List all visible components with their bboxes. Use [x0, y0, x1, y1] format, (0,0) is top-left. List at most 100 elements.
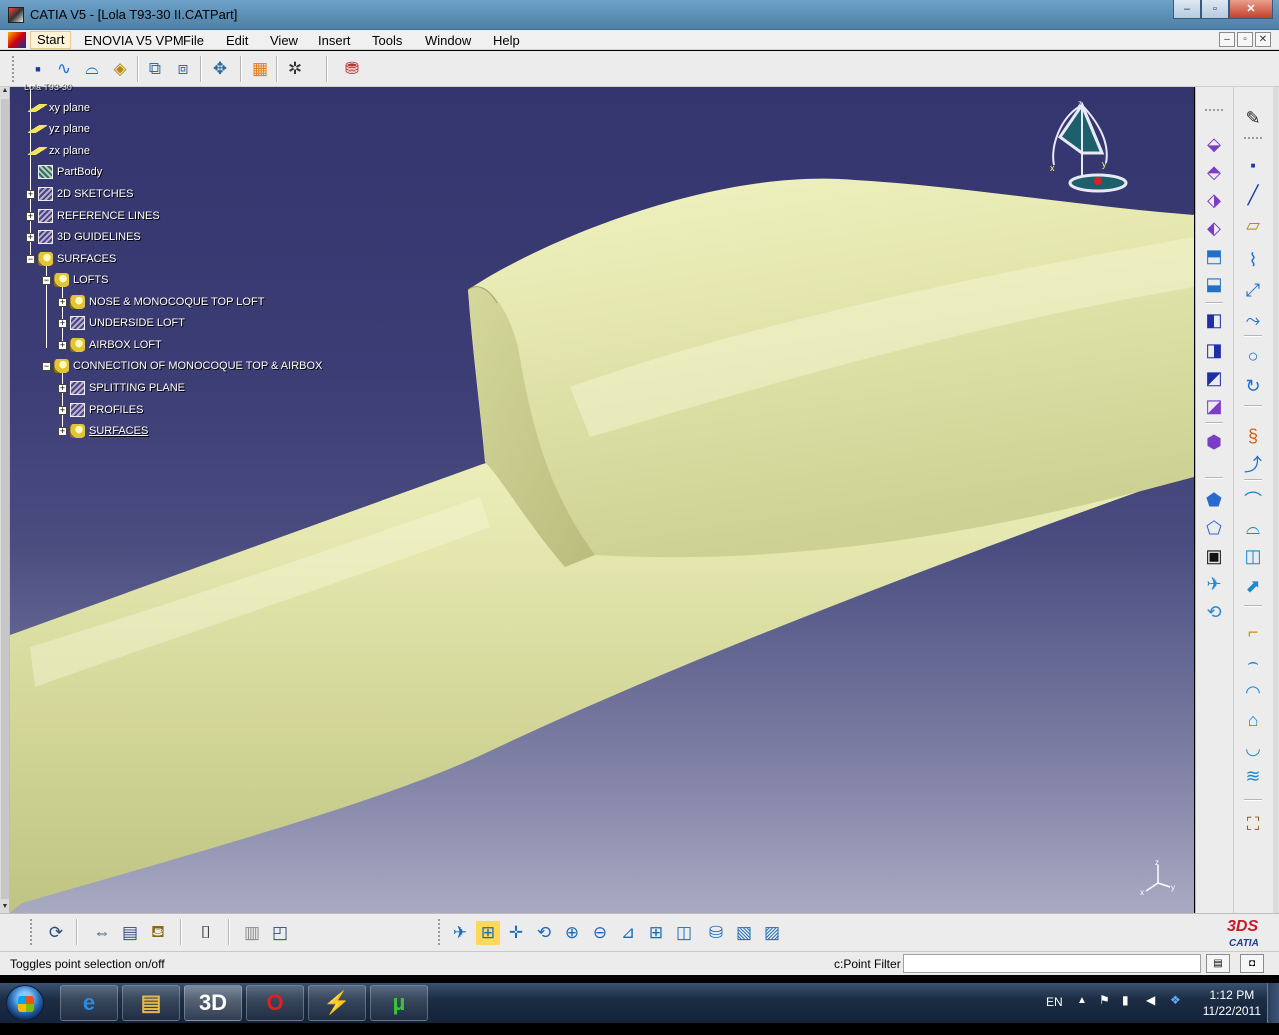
tree-item-reference-lines[interactable]: REFERENCE LINES [38, 207, 160, 225]
tree-item-yz-plane[interactable]: yz plane [27, 120, 90, 138]
utorrent-icon[interactable]: µ [370, 985, 428, 1021]
sphere-icon[interactable]: ⬗ [1201, 187, 1227, 213]
menu-tools[interactable]: Tools [372, 33, 402, 48]
action-center-icon[interactable]: ⚑ [1099, 993, 1110, 1033]
surface-grid-icon[interactable]: ◩ [1201, 365, 1227, 391]
sketch-icon[interactable]: ✎ [1240, 105, 1266, 131]
tree-item-nose-monocoque-top-loft[interactable]: NOSE & MONOCOQUE TOP LOFT [70, 293, 264, 311]
hide-show-icon[interactable]: ▧ [732, 921, 756, 945]
opera-icon[interactable]: O [246, 985, 304, 1021]
extrude-surface-icon[interactable]: ⌓ [80, 57, 104, 81]
revolve-icon[interactable]: ⬘ [1201, 159, 1227, 185]
analysis-icon[interactable]: ⛶ [1240, 811, 1266, 837]
doc-restore-button[interactable]: ▫ [1237, 32, 1253, 47]
tree-item-partbody[interactable]: PartBody [38, 163, 102, 181]
restore-button[interactable]: ▫ [1201, 0, 1229, 19]
expand-icon[interactable]: + [58, 406, 67, 415]
plane-tool-icon[interactable]: ▱ [1240, 212, 1266, 238]
measure-item-icon[interactable]: ▤ [118, 921, 142, 945]
zoom-out-icon[interactable]: ⊖ [588, 921, 612, 945]
dropbox-icon[interactable]: ❖ [1170, 993, 1181, 1033]
file-explorer-icon[interactable]: ▤ [122, 985, 180, 1021]
symmetry-icon[interactable]: ≋ [1240, 763, 1266, 789]
tree-item-splitting-plane[interactable]: SPLITTING PLANE [70, 379, 185, 397]
zoom-in-icon[interactable]: ⊕ [560, 921, 584, 945]
join-icon[interactable]: ⧉ [143, 57, 167, 81]
plane-icon[interactable]: ◈ [108, 57, 132, 81]
projection-icon[interactable]: ⌇ [1240, 247, 1266, 273]
menu-file[interactable]: File [183, 33, 204, 48]
translate-icon[interactable]: ✈ [1201, 571, 1227, 597]
catalog-browser-icon[interactable]: ▥ [240, 921, 264, 945]
join-surface-icon[interactable]: ⌒ [1240, 487, 1266, 513]
internet-explorer-icon[interactable]: e [60, 985, 118, 1021]
scroll-thumb[interactable] [1, 99, 9, 899]
tree-item-connection[interactable]: CONNECTION OF MONOCOQUE TOP & AIRBOX [54, 357, 322, 375]
catia-taskbar-icon[interactable]: 3D [184, 985, 242, 1021]
power-input-icon[interactable]: ◘ [1240, 954, 1264, 973]
menu-help[interactable]: Help [493, 33, 520, 48]
collapse-icon[interactable]: − [42, 362, 51, 371]
pan-icon[interactable]: ✛ [504, 921, 528, 945]
circle-icon[interactable]: ○ [1240, 343, 1266, 369]
expand-icon[interactable]: + [26, 190, 35, 199]
blend-icon[interactable]: ◨ [1201, 337, 1227, 363]
face-fillet-icon[interactable]: ⌂ [1240, 707, 1266, 733]
start-button[interactable] [6, 985, 44, 1021]
expand-icon[interactable]: + [58, 319, 67, 328]
swap-space-icon[interactable]: ▨ [760, 921, 784, 945]
measure-inertia-icon[interactable]: ⛾ [146, 921, 170, 945]
catalog-icon[interactable]: ⛃ [340, 57, 364, 81]
tree-item-surfaces[interactable]: SURFACES [38, 250, 116, 268]
extrapolate-icon[interactable]: ⟲ [1201, 599, 1227, 625]
shading-icon[interactable]: ⛁ [704, 921, 728, 945]
extract-icon[interactable]: ⬠ [1201, 515, 1227, 541]
language-indicator[interactable]: EN [1046, 995, 1063, 1035]
menu-insert[interactable]: Insert [318, 33, 351, 48]
split-icon[interactable]: ⧈ [171, 57, 195, 81]
menu-window[interactable]: Window [425, 33, 471, 48]
expand-icon[interactable]: + [58, 341, 67, 350]
expand-icon[interactable]: + [26, 233, 35, 242]
extrude-icon[interactable]: ⬙ [1201, 131, 1227, 157]
tree-item-2d-sketches[interactable]: 2D SKETCHES [38, 185, 133, 203]
expand-icon[interactable]: + [58, 384, 67, 393]
tree-item-zx-plane[interactable]: zx plane [27, 142, 90, 160]
capture-icon[interactable]: ⌷ [194, 921, 218, 945]
command-input[interactable] [903, 954, 1201, 973]
healing-icon[interactable]: ⌓ [1240, 515, 1266, 541]
tree-scrollbar[interactable]: ▲ ▼ [0, 87, 10, 913]
spine-icon[interactable]: ⤴ [1240, 451, 1266, 477]
tree-item-lofts[interactable]: LOFTS [54, 271, 108, 289]
volume-icon[interactable]: ◀ [1146, 993, 1155, 1033]
helix-icon[interactable]: § [1240, 423, 1266, 449]
transform-icon[interactable]: ✥ [208, 57, 232, 81]
menu-start[interactable]: Start [30, 31, 72, 49]
right-scrollbar[interactable] [1273, 87, 1279, 913]
tree-item-xy-plane[interactable]: xy plane [27, 99, 90, 117]
expand-icon[interactable]: + [26, 212, 35, 221]
tree-item-surfaces-active[interactable]: SURFACES [70, 422, 148, 440]
line-tool-icon[interactable]: ╱ [1240, 182, 1266, 208]
offset-icon[interactable]: ⬖ [1201, 215, 1227, 241]
system-clock[interactable]: 1:12 PM 11/22/2011 [1203, 987, 1261, 1019]
update-icon[interactable]: ⟳ [44, 921, 68, 945]
doc-minimize-button[interactable]: – [1219, 32, 1235, 47]
show-hidden-icons-icon[interactable]: ▲ [1077, 995, 1087, 1035]
compass-widget[interactable]: z x y [1040, 97, 1140, 197]
3d-viewport[interactable]: z x y z x y [10, 87, 1194, 913]
multi-view-icon[interactable]: ⊞ [644, 921, 668, 945]
grid-snap-icon[interactable]: ▦ [248, 57, 272, 81]
edge-fillet-icon[interactable]: ⌢ [1240, 649, 1266, 675]
expand-icon[interactable]: + [58, 427, 67, 436]
point-tool-icon[interactable]: ■ [1240, 152, 1266, 178]
fit-all-icon[interactable]: ⊞ [476, 921, 500, 945]
tree-item-3d-guidelines[interactable]: 3D GUIDELINES [38, 228, 141, 246]
chamfer-icon[interactable]: ◠ [1240, 679, 1266, 705]
tree-item-underside-loft[interactable]: UNDERSIDE LOFT [70, 314, 185, 332]
corner-icon[interactable]: ↻ [1240, 373, 1266, 399]
measure-icon[interactable]: ⇔ [90, 921, 114, 945]
menu-view[interactable]: View [270, 33, 298, 48]
tree-item-profiles[interactable]: PROFILES [70, 401, 143, 419]
collapse-icon[interactable]: − [26, 255, 35, 264]
